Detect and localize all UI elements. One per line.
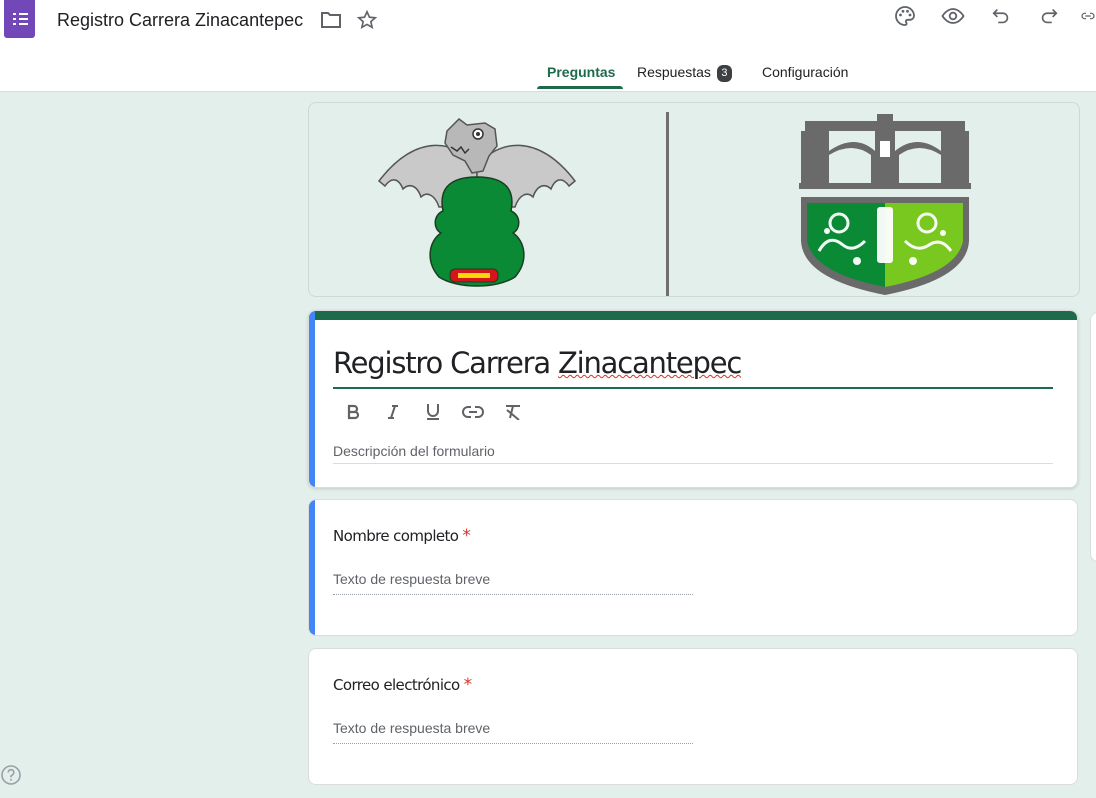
focus-indicator: [309, 311, 315, 487]
document-title[interactable]: Registro Carrera Zinacantepec: [57, 9, 303, 31]
required-asterisk: *: [462, 526, 471, 546]
italic-icon[interactable]: [373, 401, 413, 423]
form-title-misspelled-word: Zinacantepec: [557, 346, 742, 380]
responses-count-badge: 3: [716, 65, 732, 82]
palette-icon[interactable]: [891, 2, 919, 30]
bat-emblem-image: [377, 118, 577, 287]
folder-icon[interactable]: [317, 6, 345, 34]
form-description-input[interactable]: Descripción del formulario: [333, 443, 1053, 464]
bold-icon[interactable]: [333, 401, 373, 423]
help-circle-icon[interactable]: [0, 764, 22, 786]
link-icon[interactable]: [1080, 2, 1096, 30]
eye-icon[interactable]: [939, 2, 967, 30]
tab-configuracion[interactable]: Configuración: [762, 56, 848, 90]
form-title-text: Registro Carrera: [333, 346, 558, 380]
star-icon[interactable]: [353, 6, 381, 34]
form-title-input[interactable]: Registro Carrera Zinacantepec: [333, 341, 1053, 389]
text-format-toolbar: [333, 401, 533, 423]
question-card[interactable]: Nombre completo * Texto de respuesta brev…: [308, 499, 1078, 636]
required-asterisk: *: [463, 675, 472, 695]
tab-bar: Preguntas Respuestas 3 Configuración: [0, 56, 1096, 90]
google-forms-icon[interactable]: [4, 0, 35, 38]
focus-indicator: [309, 500, 315, 635]
question-card[interactable]: Correo electrónico * Texto de respuesta b…: [308, 648, 1078, 785]
form-title-card[interactable]: Registro Carrera Zinacantepec Descripció…: [308, 310, 1078, 488]
undo-icon[interactable]: [987, 2, 1015, 30]
question-title: Nombre completo *: [333, 526, 471, 546]
bridge-shield-emblem-image: [799, 114, 971, 295]
question-title: Correo electrónico *: [333, 675, 472, 695]
question-title-text: Nombre completo: [333, 527, 459, 545]
redo-icon[interactable]: [1035, 2, 1063, 30]
form-header-image[interactable]: [308, 102, 1080, 297]
tab-preguntas[interactable]: Preguntas: [547, 56, 615, 90]
header-divider: [666, 112, 669, 296]
question-title-text: Correo electrónico: [333, 676, 460, 694]
theme-color-band: [309, 311, 1077, 320]
clear-format-icon[interactable]: [493, 401, 533, 423]
link-icon[interactable]: [453, 401, 493, 423]
active-tab-indicator: [537, 86, 623, 89]
underline-icon[interactable]: [413, 401, 453, 423]
tab-respuestas[interactable]: Respuestas 3: [637, 56, 732, 90]
tab-respuestas-label: Respuestas: [637, 64, 711, 80]
top-app-bar: Registro Carrera Zinacantepec Preguntas …: [0, 0, 1096, 92]
short-answer-field: Texto de respuesta breve: [333, 720, 693, 744]
short-answer-field: Texto de respuesta breve: [333, 571, 693, 595]
floating-question-toolbar[interactable]: [1090, 312, 1096, 562]
